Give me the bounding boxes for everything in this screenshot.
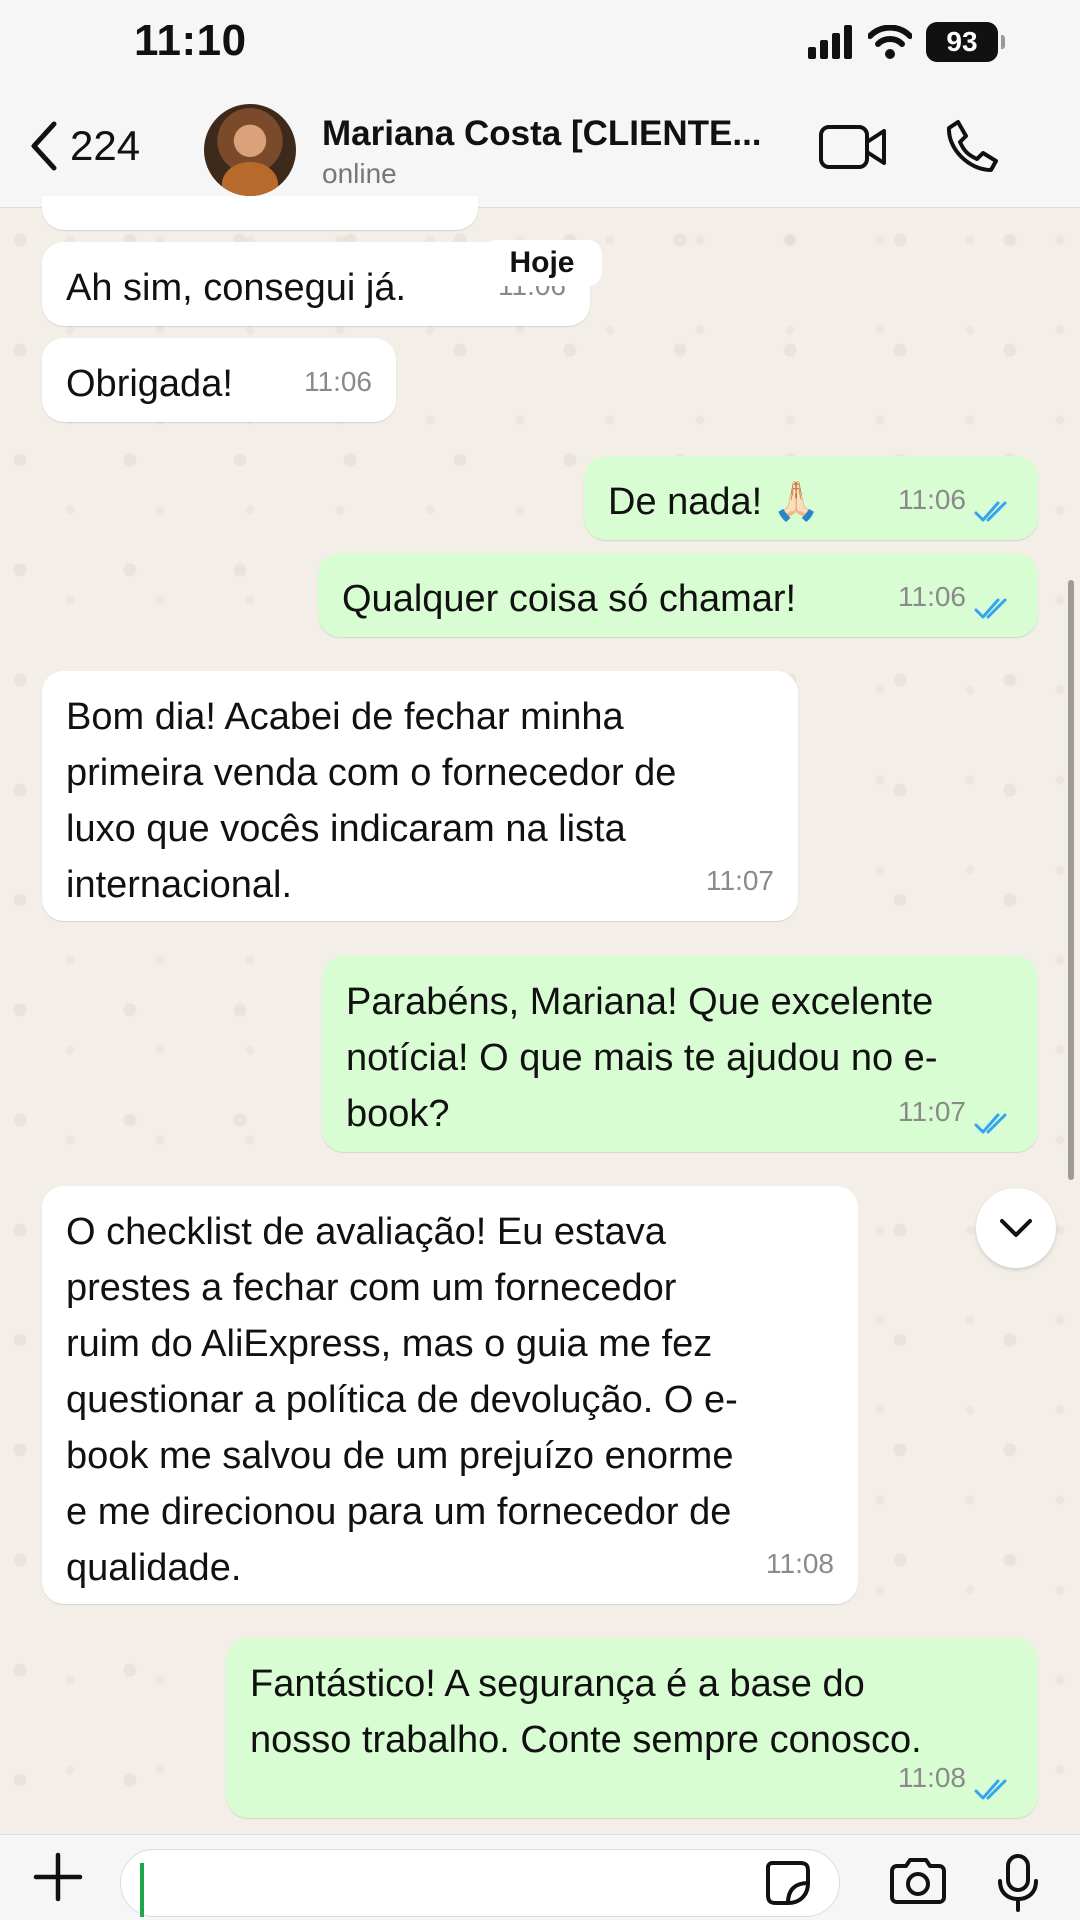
status-bar: 11:10 93 [0,0,1080,90]
message-partial [42,196,478,230]
input-bar [0,1834,1080,1920]
attach-button[interactable] [30,1849,86,1910]
microphone-icon [998,1854,1038,1912]
read-receipt-icon [974,1779,1007,1800]
message-bubble[interactable]: Parabéns, Mariana! Que excelente notícia… [322,956,1038,1152]
message-time: 11:06 [898,581,966,612]
cellular-signal-icon [808,25,852,59]
message-text: O checklist de avaliação! Eu estava pres… [66,1211,738,1589]
avatar[interactable] [204,104,296,196]
message-time: 11:08 [766,1548,834,1579]
read-receipt-icon [974,1113,1007,1134]
camera-icon [890,1858,946,1904]
message-bubble[interactable]: Qualquer coisa só chamar! 11:06 [318,553,1038,637]
message-input[interactable] [120,1849,840,1917]
contact-status: online [322,158,397,189]
message-time: 11:06 [898,484,966,515]
date-divider: Hoje [482,240,602,286]
video-call-button[interactable] [818,122,888,177]
message-time: 11:07 [898,1096,966,1127]
voice-call-button[interactable] [944,118,1000,179]
message-text: Bom dia! Acabei de fechar minha primeira… [66,696,677,906]
message-time: 11:07 [706,865,774,896]
read-receipt-icon [974,501,1007,522]
contact-name[interactable]: Mariana Costa [CLIENTE... [322,114,762,154]
status-icons: 93 [808,22,1005,62]
chevron-left-icon [31,121,57,171]
scrollbar[interactable] [1068,580,1074,1180]
message-bubble[interactable]: O checklist de avaliação! Eu estava pres… [42,1186,858,1604]
back-button[interactable]: 224 [28,120,140,172]
status-time: 11:10 [134,16,247,65]
message-time: 11:08 [898,1762,966,1793]
chevron-down-icon [1000,1219,1032,1237]
text-cursor [140,1863,144,1917]
message-bubble[interactable]: Obrigada! 11:06 [42,338,396,422]
scroll-to-bottom-button[interactable] [976,1188,1056,1268]
message-time: 11:06 [304,366,372,397]
read-receipt-icon [974,598,1007,619]
camera-button[interactable] [888,1857,948,1910]
sticker-icon [766,1861,810,1905]
message-bubble[interactable]: Bom dia! Acabei de fechar minha primeira… [42,671,798,921]
plus-icon [33,1852,83,1902]
message-bubble[interactable]: De nada! 🙏🏻 11:06 [584,456,1038,540]
wifi-icon [868,25,912,59]
phone-icon [946,120,998,172]
sticker-button[interactable] [764,1859,812,1912]
message-bubble[interactable]: Fantástico! A segurança é a base do noss… [226,1638,1038,1818]
unread-count: 224 [70,122,141,169]
video-camera-icon [819,125,886,169]
battery-indicator: 93 [926,22,1005,62]
microphone-button[interactable] [996,1853,1040,1918]
chat-header: 224 Mariana Costa [CLIENTE... online [0,90,1080,208]
